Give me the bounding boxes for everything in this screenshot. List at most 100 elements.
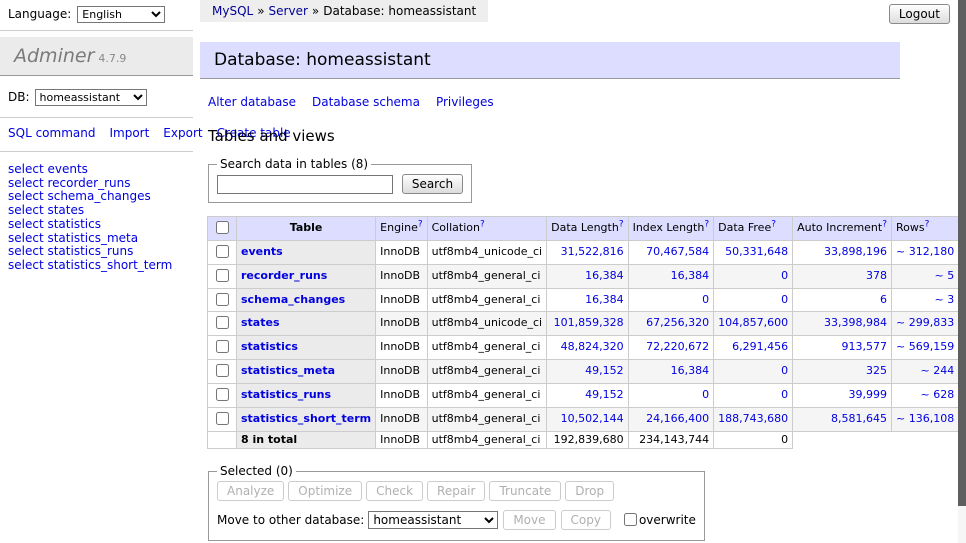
- breadcrumb-mysql-link[interactable]: MySQL: [212, 4, 253, 18]
- auto-increment-link[interactable]: 8,581,645: [831, 412, 887, 425]
- search-input[interactable]: [217, 175, 393, 194]
- rows-count-link[interactable]: ~ 244: [920, 364, 954, 377]
- rows-count-link[interactable]: ~ 312,180: [896, 245, 954, 258]
- data-length-link[interactable]: 16,384: [585, 269, 624, 282]
- table-select-link[interactable]: select statistics: [8, 218, 185, 232]
- rows-count-link[interactable]: ~ 628: [920, 388, 954, 401]
- data-free-link[interactable]: 0: [781, 388, 788, 401]
- help-link[interactable]: ?: [925, 219, 930, 229]
- move-db-select[interactable]: homeassistant: [368, 511, 498, 529]
- breadcrumb-server-link[interactable]: Server: [269, 4, 308, 18]
- row-checkbox[interactable]: [216, 245, 229, 258]
- help-link[interactable]: ?: [704, 219, 709, 229]
- row-checkbox[interactable]: [216, 340, 229, 353]
- table-select-link[interactable]: select statistics_meta: [8, 232, 185, 246]
- data-free-link[interactable]: 104,857,600: [718, 316, 788, 329]
- auto-increment-link[interactable]: 33,398,984: [824, 316, 887, 329]
- auto-increment-link[interactable]: 39,999: [849, 388, 888, 401]
- scrollbar-track[interactable]: [958, 0, 966, 543]
- rows-count-link[interactable]: ~ 569,159: [896, 340, 954, 353]
- row-checkbox[interactable]: [216, 364, 229, 377]
- auto-increment-link[interactable]: 913,577: [842, 340, 888, 353]
- selected-action-button[interactable]: Truncate: [489, 481, 561, 501]
- data-free-link[interactable]: 188,743,680: [718, 412, 788, 425]
- table-select-link[interactable]: select statistics_runs: [8, 245, 185, 259]
- selected-action-button[interactable]: Analyze: [217, 481, 284, 501]
- overwrite-checkbox[interactable]: [624, 513, 637, 526]
- sidebar-action-link[interactable]: SQL command: [8, 126, 95, 140]
- data-length-link[interactable]: 48,824,320: [561, 340, 624, 353]
- auto-increment-link[interactable]: 33,898,196: [824, 245, 887, 258]
- db-select[interactable]: homeassistant: [35, 89, 147, 106]
- table-select-link[interactable]: select statistics_short_term: [8, 259, 185, 273]
- scrollbar-thumb[interactable]: [958, 0, 966, 506]
- data-length-link[interactable]: 31,522,816: [561, 245, 624, 258]
- data-free-link[interactable]: 6,291,456: [732, 340, 788, 353]
- data-length-link[interactable]: 16,384: [585, 293, 624, 306]
- table-name-link[interactable]: statistics_runs: [241, 388, 331, 401]
- sidebar-action-link[interactable]: Export: [163, 126, 202, 140]
- table-name-link[interactable]: states: [241, 316, 280, 329]
- row-checkbox[interactable]: [216, 316, 229, 329]
- index-length-link[interactable]: 24,166,400: [646, 412, 709, 425]
- row-checkbox[interactable]: [216, 269, 229, 282]
- total-data-length: 192,839,680: [547, 431, 628, 449]
- help-link[interactable]: ?: [480, 219, 485, 229]
- language-select[interactable]: English: [77, 6, 165, 23]
- data-free-link[interactable]: 0: [781, 364, 788, 377]
- table-select-link[interactable]: select schema_changes: [8, 190, 185, 204]
- help-link[interactable]: ?: [882, 219, 887, 229]
- index-length-link[interactable]: 0: [702, 388, 709, 401]
- rows-count-link[interactable]: ~ 136,108: [896, 412, 954, 425]
- search-button[interactable]: Search: [402, 174, 463, 194]
- row-checkbox[interactable]: [216, 388, 229, 401]
- auto-increment-link[interactable]: 378: [866, 269, 887, 282]
- help-link[interactable]: ?: [619, 219, 624, 229]
- rows-count-link[interactable]: ~ 299,833: [896, 316, 954, 329]
- index-length-link[interactable]: 70,467,584: [646, 245, 709, 258]
- database-action-link[interactable]: Privileges: [436, 95, 494, 109]
- index-length-link[interactable]: 67,256,320: [646, 316, 709, 329]
- help-link[interactable]: ?: [771, 219, 776, 229]
- app-name[interactable]: Adminer: [14, 45, 94, 67]
- column-header: Table: [237, 217, 376, 241]
- table-select-link[interactable]: select states: [8, 204, 185, 218]
- logout-button[interactable]: Logout: [889, 4, 950, 24]
- index-length-link[interactable]: 72,220,672: [646, 340, 709, 353]
- table-name-link[interactable]: schema_changes: [241, 293, 345, 306]
- table-name-link[interactable]: statistics_short_term: [241, 412, 371, 425]
- table-name-link[interactable]: recorder_runs: [241, 269, 327, 282]
- database-action-link[interactable]: Database schema: [312, 95, 420, 109]
- data-length-link[interactable]: 49,152: [585, 364, 624, 377]
- index-length-link[interactable]: 0: [702, 293, 709, 306]
- row-checkbox[interactable]: [216, 412, 229, 425]
- index-length-link[interactable]: 16,384: [671, 364, 710, 377]
- selected-action-button[interactable]: Check: [366, 481, 423, 501]
- row-checkbox[interactable]: [216, 293, 229, 306]
- database-action-link[interactable]: Alter database: [208, 95, 296, 109]
- data-length-link[interactable]: 49,152: [585, 388, 624, 401]
- data-length-link[interactable]: 10,502,144: [561, 412, 624, 425]
- move-button[interactable]: Move: [503, 510, 555, 530]
- data-free-link[interactable]: 0: [781, 269, 788, 282]
- auto-increment-link[interactable]: 325: [866, 364, 887, 377]
- table-name-link[interactable]: events: [241, 245, 283, 258]
- copy-button[interactable]: Copy: [561, 510, 611, 530]
- auto-increment-link[interactable]: 6: [880, 293, 887, 306]
- table-name-link[interactable]: statistics_meta: [241, 364, 335, 377]
- table-name-link[interactable]: statistics: [241, 340, 298, 353]
- sidebar-action-link[interactable]: Import: [109, 126, 149, 140]
- selected-action-button[interactable]: Repair: [427, 481, 485, 501]
- data-length-link[interactable]: 101,859,328: [554, 316, 624, 329]
- data-free-link[interactable]: 0: [781, 293, 788, 306]
- rows-count-link[interactable]: ~ 3: [934, 293, 954, 306]
- rows-count-link[interactable]: ~ 5: [934, 269, 954, 282]
- select-all-checkbox[interactable]: [216, 221, 229, 234]
- selected-action-button[interactable]: Drop: [565, 481, 614, 501]
- help-link[interactable]: ?: [418, 219, 423, 229]
- index-length-link[interactable]: 16,384: [671, 269, 710, 282]
- table-select-link[interactable]: select events: [8, 163, 185, 177]
- selected-action-button[interactable]: Optimize: [288, 481, 362, 501]
- table-select-link[interactable]: select recorder_runs: [8, 177, 185, 191]
- data-free-link[interactable]: 50,331,648: [725, 245, 788, 258]
